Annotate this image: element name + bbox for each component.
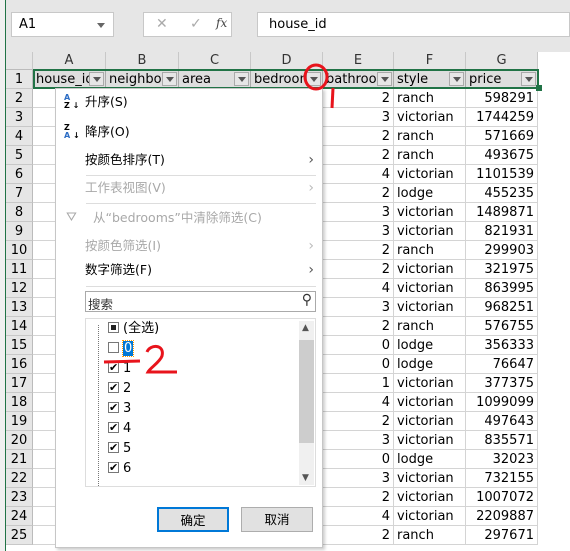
annotation-mark-1 <box>330 87 335 109</box>
annotation-layer <box>103 63 335 374</box>
annotation-mark-2 <box>145 345 177 374</box>
annotation-dash <box>103 359 141 364</box>
annotation-circle <box>303 63 329 91</box>
